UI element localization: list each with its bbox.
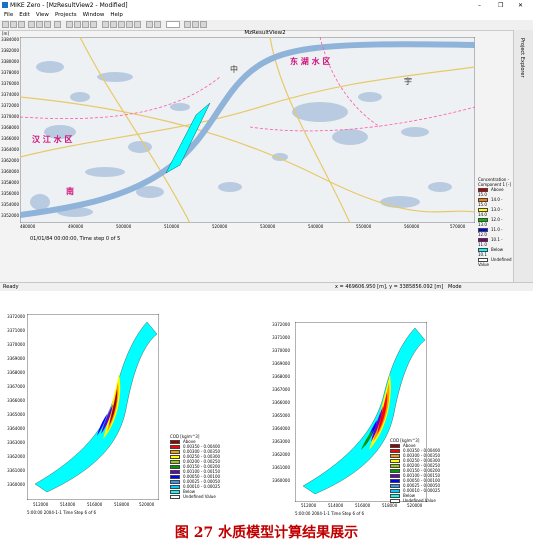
- legend-item: 13.0 - 14.0: [478, 207, 503, 217]
- figure-caption: 图 27 水质模型计算结果展示: [174, 525, 359, 541]
- plot-left-time: 5:00:00 2004-1-1 Time Step 6 of 6: [27, 510, 97, 515]
- x-tick: 512000: [301, 503, 317, 508]
- y-tick: 3368000: [1, 125, 19, 130]
- status-text: Ready: [3, 284, 19, 290]
- y-tick: 3360000: [7, 482, 25, 487]
- x-tick: 490000: [68, 224, 84, 229]
- legend-item: 10.1 - 11.0: [478, 237, 503, 247]
- menu-file[interactable]: File: [4, 12, 13, 18]
- x-tick: 512000: [33, 502, 49, 507]
- x-tick: 530000: [260, 224, 276, 229]
- legend-item: 14.0 - 15.0: [478, 197, 503, 207]
- status-mode: Mode: [448, 284, 462, 290]
- x-tick: 514000: [328, 503, 344, 508]
- new-icon[interactable]: [2, 21, 9, 28]
- x-tick: 560000: [404, 224, 420, 229]
- status-coordinates: x = 469606.950 [m], y = 3385856.092 [m]: [335, 284, 444, 290]
- y-tick: 3366000: [1, 136, 19, 141]
- plot-right-time: 5:00:00 2004-1-1 Time Step 6 of 6: [295, 511, 365, 516]
- spacer-50: [251, 322, 252, 323]
- x-tick: 520000: [139, 502, 155, 507]
- x-tick: 500000: [116, 224, 132, 229]
- y-tick: 3369000: [7, 356, 25, 361]
- y-tick: 3356000: [1, 191, 19, 196]
- x-tick: 550000: [356, 224, 372, 229]
- y-tick: 3362000: [7, 454, 25, 459]
- x-tick: 518000: [382, 503, 398, 508]
- y-tick: 3364000: [1, 147, 19, 152]
- y-tick: 3384000: [1, 37, 19, 42]
- y-tick: 3362000: [1, 158, 19, 163]
- y-tick: 3371000: [7, 328, 25, 333]
- x-tick: 518000: [114, 502, 130, 507]
- minimize-button[interactable]: –: [478, 0, 481, 11]
- y-tick: 3368000: [7, 370, 25, 375]
- cod-plot-right: 3372000 3371000 3370000 3369000 3368000 …: [265, 312, 533, 522]
- legend-swatch: [170, 495, 180, 499]
- x-tick: 520000: [407, 503, 423, 508]
- project-explorer-tab[interactable]: Project Explorer: [513, 30, 533, 282]
- y-tick: 3360000: [1, 169, 19, 174]
- y-tick: 3372000: [1, 103, 19, 108]
- legend-swatch: [390, 499, 400, 503]
- y-tick: 3367000: [7, 384, 25, 389]
- y-tick: 3365000: [7, 412, 25, 417]
- y-tick: 3361000: [7, 468, 25, 473]
- x-tick: 516000: [87, 502, 103, 507]
- x-tick: 510000: [164, 224, 180, 229]
- y-tick: 3366000: [7, 398, 25, 403]
- app-window: MIKE Zero - [MzResultView2 - Modified] –…: [0, 0, 533, 291]
- x-tick: 516000: [355, 503, 371, 508]
- close-button[interactable]: ✕: [518, 0, 523, 11]
- y-tick: 3370000: [1, 114, 19, 119]
- map-y-axis: 3384000 3382000 3380000 3378000 3376000 …: [0, 37, 20, 223]
- y-tick: 3364000: [7, 426, 25, 431]
- map-legend: Concentration - Component 1 [-] Above 15…: [478, 177, 512, 267]
- cod-legend-left: COD [kg/m^3] Above 0.00350 - 0.00400 0.0…: [170, 434, 260, 499]
- legend-item: Undefined Value: [390, 498, 480, 503]
- maximize-button[interactable]: ❐: [498, 0, 503, 11]
- open-icon[interactable]: [10, 21, 17, 28]
- legend-item: Undefined Value: [170, 494, 260, 499]
- y-tick: 3354000: [1, 202, 19, 207]
- legend-item: Undefined Value: [478, 257, 512, 267]
- cod-map-left[interactable]: [27, 314, 159, 500]
- y-tick: 3380000: [1, 59, 19, 64]
- spacer-2: [249, 322, 250, 323]
- legend-item: 11.0 - 12.0: [478, 227, 503, 237]
- map-x-axis: 480000 490000 500000 510000 520000 53000…: [20, 0, 475, 230]
- y-tick: 3382000: [1, 48, 19, 53]
- x-tick: 520000: [212, 224, 228, 229]
- x-tick: 540000: [308, 224, 324, 229]
- y-axis-unit: [m]: [2, 31, 10, 36]
- y-tick: 3358000: [1, 180, 19, 185]
- legend-item: 12.0 - 13.0: [478, 217, 503, 227]
- y-tick: 3378000: [1, 70, 19, 75]
- cod-plot-left: 3372000 3371000 3370000 3369000 3368000 …: [0, 312, 265, 522]
- y-tick: 3374000: [1, 92, 19, 97]
- y-tick: 3376000: [1, 81, 19, 86]
- y-tick: 3370000: [7, 342, 25, 347]
- y-tick: 3352000: [1, 213, 19, 218]
- x-tick: 480000: [20, 224, 36, 229]
- y-tick: 3363000: [7, 440, 25, 445]
- legend-title: Concentration - Component 1 [-]: [478, 177, 511, 187]
- app-icon: [2, 2, 8, 8]
- legend-item: Below 10.1: [478, 247, 504, 257]
- y-tick: 3372000: [7, 314, 25, 319]
- x-tick: 514000: [60, 502, 76, 507]
- project-explorer-label: Project Explorer: [519, 38, 525, 78]
- legend-item: Above 15.0: [478, 187, 504, 197]
- status-bar: Ready x = 469606.950 [m], y = 3385856.09…: [0, 282, 533, 291]
- x-tick: 570000: [450, 224, 466, 229]
- cod-legend-right: COD [kg/m^3] Above 0.00350 - 0.00400 0.0…: [390, 438, 480, 503]
- time-step-label: 01/01/84 00:00:00, Time step 0 of 5: [30, 236, 121, 242]
